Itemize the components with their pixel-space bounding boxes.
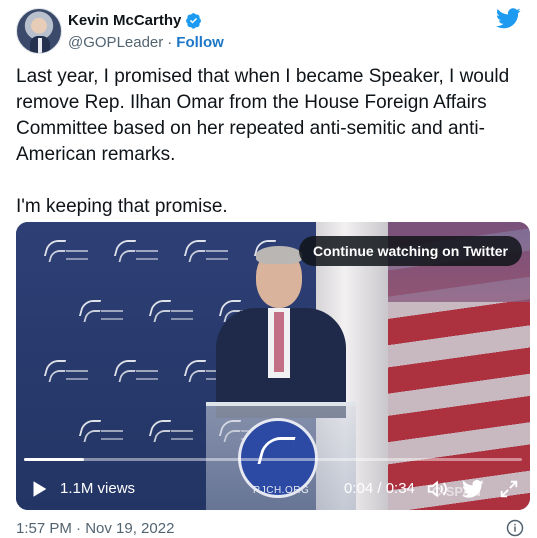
expand-icon[interactable] bbox=[498, 478, 520, 500]
view-count: 1.1M views bbox=[60, 480, 136, 497]
author-block: Kevin McCarthy @GOPLeader · Follow bbox=[68, 10, 224, 52]
volume-icon[interactable] bbox=[426, 478, 448, 500]
tweet-timestamp[interactable]: 1:57 PM · Nov 19, 2022 bbox=[16, 520, 174, 537]
display-name[interactable]: Kevin McCarthy bbox=[68, 12, 181, 29]
tweet-paragraph: I'm keeping that promise. bbox=[16, 196, 228, 217]
tweet-paragraph: Last year, I promised that when I became… bbox=[16, 66, 510, 165]
backdrop-logo-icon bbox=[148, 300, 195, 336]
separator-dot: · bbox=[167, 33, 173, 51]
info-icon[interactable] bbox=[506, 519, 524, 537]
backdrop-logo-icon bbox=[43, 240, 90, 276]
backdrop-logo-icon bbox=[113, 360, 160, 396]
video-scrubber[interactable] bbox=[24, 458, 522, 461]
verified-badge-icon bbox=[186, 12, 202, 29]
follow-link[interactable]: Follow bbox=[176, 34, 224, 51]
handle[interactable]: @GOPLeader bbox=[68, 34, 163, 51]
speaker-hair bbox=[256, 246, 302, 264]
tweet-header: Kevin McCarthy @GOPLeader · Follow bbox=[16, 8, 521, 54]
backdrop-logo-icon bbox=[43, 360, 90, 396]
twitter-bird-icon[interactable] bbox=[462, 478, 484, 500]
display-name-row: Kevin McCarthy bbox=[68, 10, 224, 30]
continue-watching-button[interactable]: Continue watching on Twitter bbox=[299, 236, 522, 266]
avatar[interactable] bbox=[16, 8, 62, 54]
speaker-tie bbox=[274, 312, 284, 372]
backdrop-logo-icon bbox=[183, 240, 230, 276]
video-player[interactable]: RJCH.ORG Continue watching on Twitter C-… bbox=[16, 222, 530, 510]
scrubber-progress bbox=[24, 458, 84, 461]
handle-row: @GOPLeader · Follow bbox=[68, 32, 224, 52]
video-controls: 1.1M views 0:04 / 0:34 bbox=[16, 474, 530, 504]
twitter-bird-icon[interactable] bbox=[496, 8, 521, 29]
backdrop-logo-icon bbox=[78, 300, 125, 336]
tweet-text: Last year, I promised that when I became… bbox=[16, 64, 526, 220]
play-icon[interactable] bbox=[28, 478, 50, 500]
backdrop-logo-icon bbox=[78, 420, 125, 456]
backdrop-logo-icon bbox=[113, 240, 160, 276]
video-time: 0:04 / 0:34 bbox=[344, 480, 415, 497]
backdrop-logo-icon bbox=[148, 420, 195, 456]
